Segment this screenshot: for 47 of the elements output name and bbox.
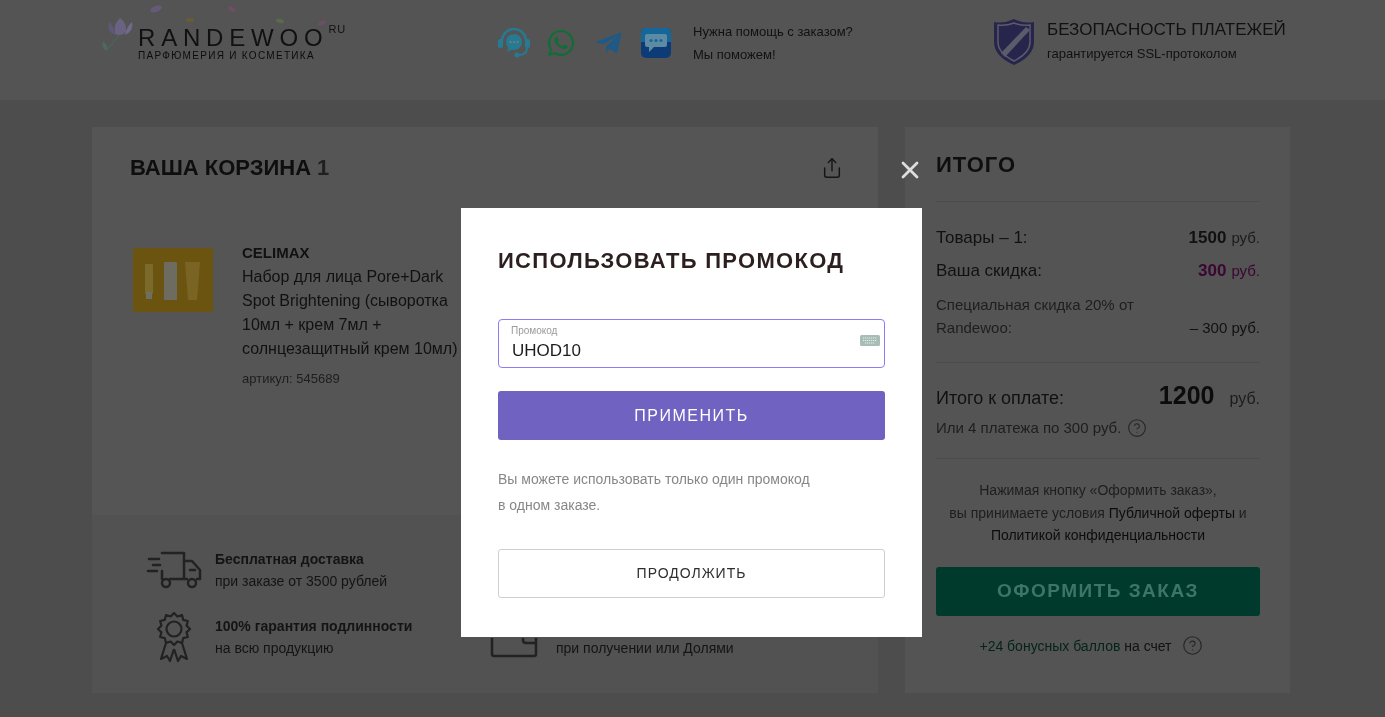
bonus-points-link[interactable]: +24 бонусных баллов <box>979 637 1121 654</box>
cart-title: ВАША КОРЗИНА <box>130 154 312 182</box>
help-title: Нужна помощь с заказом? <box>693 23 854 41</box>
keyboard-icon[interactable] <box>860 335 880 346</box>
summary-label: Ваша скидка: <box>936 260 1042 282</box>
summary-label: Товары – 1: <box>936 227 1028 249</box>
privacy-policy-link[interactable]: Политикой конфиденциальности <box>990 527 1206 543</box>
security-title: БЕЗОПАСНОСТЬ ПЛАТЕЖЕЙ <box>1047 19 1286 41</box>
continue-button[interactable]: ПРОДОЛЖИТЬ <box>498 549 885 598</box>
summary-title: ИТОГО <box>936 151 1018 179</box>
feature-title: 100% гарантия подлинности <box>215 617 413 636</box>
public-offer-link[interactable]: Публичной оферты <box>1108 504 1235 521</box>
currency-label: руб. <box>1231 261 1260 281</box>
currency-label: руб. <box>1229 389 1260 409</box>
currency-label: руб. <box>1231 228 1260 248</box>
summary-amount: 1500 <box>1188 227 1227 249</box>
chat-bubble-icon[interactable] <box>641 27 671 58</box>
help-icon[interactable] <box>1181 635 1203 656</box>
phone-chat-icon[interactable] <box>546 27 576 58</box>
feature-title: Бесплатная доставка <box>215 550 365 569</box>
summary-amount: 300 <box>1198 260 1227 282</box>
product-name[interactable]: Набор для лица Pore+Dark Spot Brightening (сыворотка 10мл + крем 7мл + солнцезащитный крем 10мл) <box>242 265 464 361</box>
product-brand[interactable]: CELIMAX <box>242 241 464 265</box>
headset-chat-icon[interactable] <box>497 27 531 58</box>
apply-button[interactable]: ПРИМЕНИТЬ <box>498 391 885 440</box>
bonus-text: +24 бонусных баллов на счет <box>979 636 1172 656</box>
logo-suffix: RU <box>328 24 347 35</box>
wallet-icon <box>490 638 540 658</box>
field-label: Промокод <box>511 325 558 337</box>
logo-tagline: ПАРФЮМЕРИЯ И КОСМЕТИКА <box>138 50 316 62</box>
logo-wordmark[interactable]: RANDEWOO <box>138 26 329 50</box>
security-subtitle: гарантируется SSL-протоколом <box>1047 45 1238 63</box>
shield-icon <box>993 18 1035 66</box>
truck-icon <box>146 551 202 589</box>
feature-subtitle: при получении или Долями <box>556 639 734 658</box>
share-icon[interactable] <box>821 157 843 179</box>
help-subtitle: Мы поможем! <box>693 46 777 64</box>
feature-subtitle: при заказе от 3500 рублей <box>215 572 388 591</box>
dialog-note: Вы можете использовать только один промокод в одном заказе. <box>498 470 811 515</box>
total-label: Итого к оплате: <box>936 387 1064 410</box>
dialog-title: ИСПОЛЬЗОВАТЬ ПРОМОКОД <box>498 247 846 275</box>
feature-subtitle: на всю продукцию <box>215 639 335 658</box>
checkout-button[interactable]: ОФОРМИТЬ ЗАКАЗ <box>936 566 1260 616</box>
total-amount: 1200 <box>1158 380 1215 411</box>
special-discount-amount: – 300 руб. <box>1189 318 1260 338</box>
help-icon[interactable] <box>1127 418 1148 438</box>
award-badge-icon <box>156 611 192 663</box>
